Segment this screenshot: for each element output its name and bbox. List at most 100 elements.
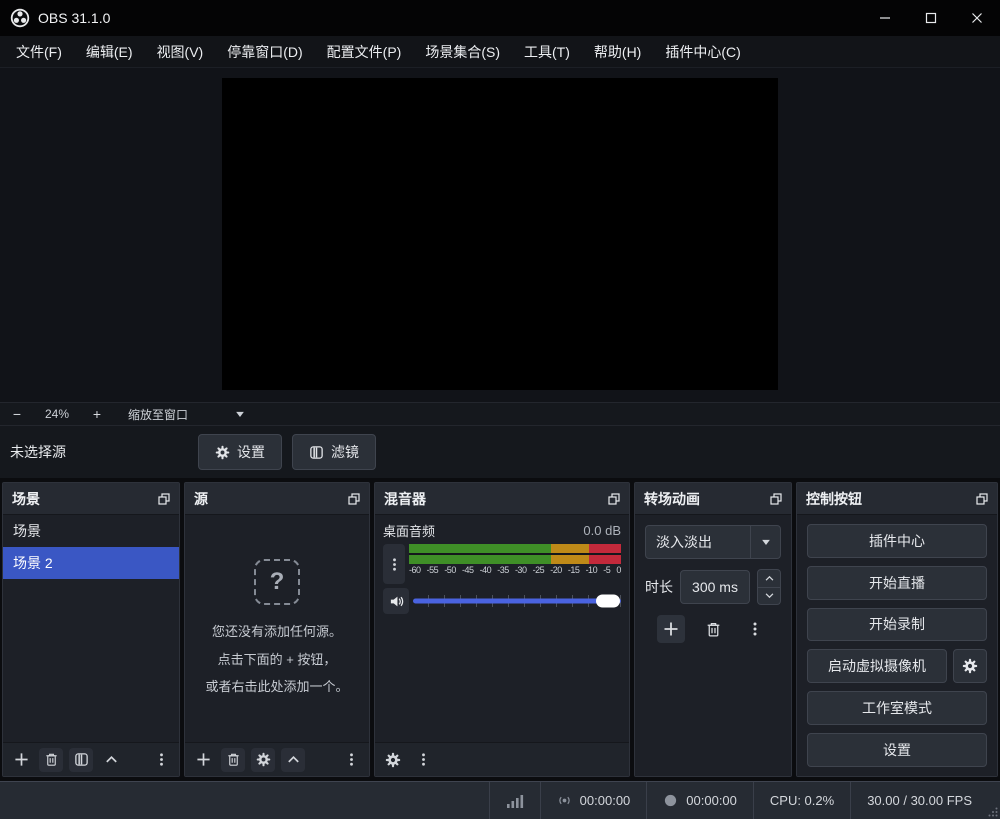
zoom-out-button[interactable]: − xyxy=(0,406,34,422)
volume-slider-track[interactable] xyxy=(413,599,621,604)
scenes-panel-header: 场景 xyxy=(3,483,179,515)
minimize-button[interactable] xyxy=(862,0,908,36)
popout-icon[interactable] xyxy=(976,493,988,505)
gear-icon xyxy=(215,445,230,460)
sources-list[interactable]: ? 您还没有添加任何源。 点击下面的 + 按钮， 或者右击此处添加一个。 xyxy=(185,515,369,742)
meter-red-segment xyxy=(589,555,621,564)
source-filters-label: 滤镜 xyxy=(331,442,359,462)
preview-canvas[interactable] xyxy=(222,78,778,390)
stream-icon xyxy=(557,793,572,808)
remove-scene-button[interactable] xyxy=(39,748,63,772)
meter-tick-label: -50 xyxy=(444,565,456,575)
controls-panel-title: 控制按钮 xyxy=(806,489,862,509)
question-mark-icon: ? xyxy=(254,559,300,605)
meter-tick-label: -30 xyxy=(515,565,527,575)
scene-item-selected[interactable]: 场景 2 xyxy=(3,547,179,579)
move-source-up-button[interactable] xyxy=(281,748,305,772)
zoom-level: 24% xyxy=(34,407,80,421)
sources-empty-line: 您还没有添加任何源。 xyxy=(212,621,342,642)
source-filters-button[interactable]: 滤镜 xyxy=(292,434,376,470)
source-properties-button[interactable]: 设置 xyxy=(198,434,282,470)
mixer-more-button[interactable] xyxy=(411,748,435,772)
settings-button[interactable]: 设置 xyxy=(807,733,987,767)
add-source-button[interactable] xyxy=(191,748,215,772)
remove-transition-button[interactable] xyxy=(699,615,727,643)
meter-tick-label: -10 xyxy=(586,565,598,575)
sources-empty-line: 点击下面的 + 按钮， xyxy=(218,649,337,670)
virtual-camera-settings-button[interactable] xyxy=(953,649,987,683)
meter-yellow-segment xyxy=(551,544,589,553)
start-streaming-button[interactable]: 开始直播 xyxy=(807,566,987,600)
menu-item-docks[interactable]: 停靠窗口(D) xyxy=(217,38,312,66)
zoom-dropdown-caret-icon[interactable] xyxy=(234,408,246,420)
no-source-label: 未选择源 xyxy=(10,442,66,462)
mute-toggle-button[interactable] xyxy=(383,588,409,614)
menu-item-profile[interactable]: 配置文件(P) xyxy=(317,38,412,66)
dots-vertical-icon xyxy=(416,752,431,767)
menu-item-file[interactable]: 文件(F) xyxy=(6,38,72,66)
obs-logo-icon xyxy=(10,8,30,28)
mixer-channel-menu-button[interactable] xyxy=(383,544,405,584)
transitions-panel-header: 转场动画 xyxy=(635,483,791,515)
scenes-panel: 场景 场景 场景 2 xyxy=(2,482,180,777)
sources-empty-state: ? 您还没有添加任何源。 点击下面的 + 按钮， 或者右击此处添加一个。 xyxy=(185,515,369,742)
gear-advanced-icon xyxy=(385,752,401,768)
source-toolbar: 未选择源 设置 滤镜 xyxy=(0,426,1000,478)
fit-to-window-label[interactable]: 缩放至窗口 xyxy=(128,406,188,423)
plugin-center-button[interactable]: 插件中心 xyxy=(807,524,987,558)
remove-source-button[interactable] xyxy=(221,748,245,772)
menu-item-tools[interactable]: 工具(T) xyxy=(514,38,580,66)
window-title: OBS 31.1.0 xyxy=(38,10,110,26)
popout-icon[interactable] xyxy=(158,493,170,505)
meter-tick-label: -55 xyxy=(427,565,439,575)
scene-filters-button[interactable] xyxy=(69,748,93,772)
maximize-icon xyxy=(925,12,937,24)
menu-item-view[interactable]: 视图(V) xyxy=(147,38,214,66)
resize-grip[interactable] xyxy=(988,807,998,817)
duration-decrement-button[interactable] xyxy=(757,588,781,606)
close-button[interactable] xyxy=(954,0,1000,36)
scenes-more-button[interactable] xyxy=(149,748,173,772)
audio-source-name: 桌面音频 xyxy=(383,521,435,540)
add-scene-button[interactable] xyxy=(9,748,33,772)
sources-panel: 源 ? 您还没有添加任何源。 点击下面的 + 按钮， 或者右击此处添加一个。 xyxy=(184,482,370,777)
chevron-up-icon xyxy=(104,752,119,767)
move-scene-up-button[interactable] xyxy=(99,748,123,772)
volume-slider-handle[interactable] xyxy=(596,595,620,608)
transition-more-button[interactable] xyxy=(741,615,769,643)
start-virtual-camera-button[interactable]: 启动虚拟摄像机 xyxy=(807,649,947,683)
trash-icon xyxy=(705,621,722,638)
duration-increment-button[interactable] xyxy=(757,569,781,588)
chevron-up-icon xyxy=(286,752,301,767)
menu-item-scene-collection[interactable]: 场景集合(S) xyxy=(415,38,510,66)
menu-item-plugin-center[interactable]: 插件中心(C) xyxy=(655,38,750,66)
close-icon xyxy=(971,12,983,24)
popout-icon[interactable] xyxy=(608,493,620,505)
source-properties-button[interactable] xyxy=(251,748,275,772)
popout-icon[interactable] xyxy=(770,493,782,505)
popout-icon[interactable] xyxy=(348,493,360,505)
record-icon xyxy=(663,793,678,808)
transition-select[interactable]: 淡入淡出 xyxy=(645,525,781,559)
volume-slider[interactable] xyxy=(413,590,621,612)
chevron-up-icon xyxy=(764,573,775,584)
dots-vertical-icon xyxy=(344,752,359,767)
duration-input[interactable]: 300 ms xyxy=(680,570,750,604)
mixer-body: 桌面音频 0.0 dB xyxy=(375,515,629,742)
add-transition-button[interactable] xyxy=(657,615,685,643)
zoom-in-button[interactable]: + xyxy=(80,406,114,422)
cpu-usage: CPU: 0.2% xyxy=(753,782,850,819)
sources-more-button[interactable] xyxy=(339,748,363,772)
scene-item[interactable]: 场景 xyxy=(3,515,179,547)
studio-mode-button[interactable]: 工作室模式 xyxy=(807,691,987,725)
meter-tick-label: -40 xyxy=(480,565,492,575)
menu-item-help[interactable]: 帮助(H) xyxy=(584,38,651,66)
sources-toolbar xyxy=(185,742,369,776)
menu-item-edit[interactable]: 编辑(E) xyxy=(76,38,143,66)
start-recording-button[interactable]: 开始录制 xyxy=(807,608,987,642)
scenes-panel-title: 场景 xyxy=(12,489,40,509)
advanced-audio-button[interactable] xyxy=(381,748,405,772)
meter-red-segment xyxy=(589,544,621,553)
obs-window: OBS 31.1.0 文件(F) 编辑(E) 视图(V) 停靠窗口(D) 配置文… xyxy=(0,0,1000,819)
maximize-button[interactable] xyxy=(908,0,954,36)
